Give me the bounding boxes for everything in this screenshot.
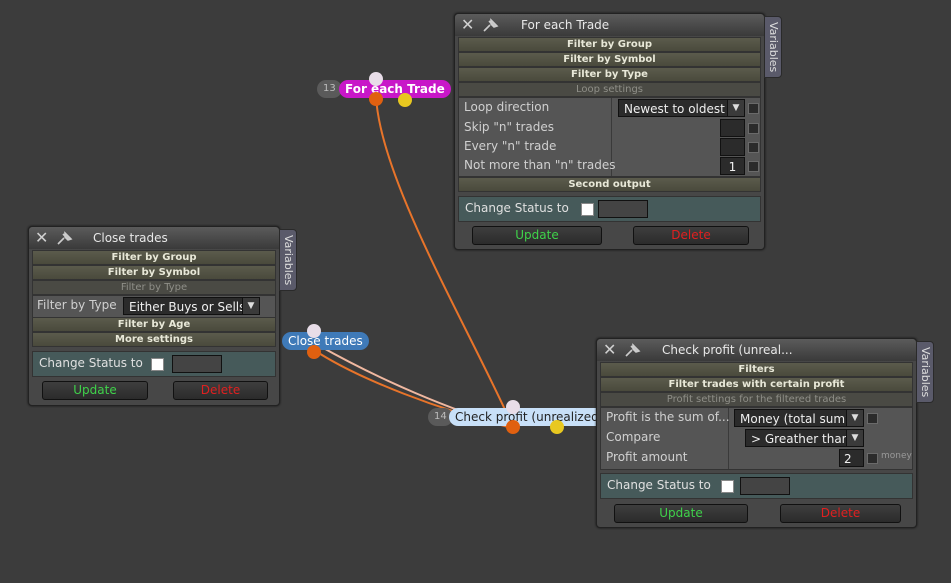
filter-by-group-bar[interactable]: Filter by Group	[32, 250, 276, 265]
not-more-than-label: Not more than "n" trades	[464, 158, 616, 172]
more-settings-bar[interactable]: More settings	[32, 332, 276, 347]
node-second-output-port[interactable]	[398, 93, 412, 107]
loop-direction-checkbox[interactable]	[748, 103, 759, 114]
profit-settings-header[interactable]: Profit settings for the filtered trades	[600, 392, 913, 407]
filter-by-type-bar[interactable]: Filter by Type	[458, 67, 761, 82]
filter-by-symbol-bar[interactable]: Filter by Symbol	[458, 52, 761, 67]
change-status-checkbox[interactable]	[151, 358, 164, 371]
filter-certain-profit-bar[interactable]: Filter trades with certain profit	[600, 377, 913, 392]
node-output-port[interactable]	[369, 92, 383, 106]
delete-button[interactable]: Delete	[780, 504, 901, 523]
profit-sum-label: Profit is the sum of...	[606, 410, 730, 424]
node-second-output-port[interactable]	[550, 420, 564, 434]
node-close-trades[interactable]: Close trades	[282, 332, 372, 350]
close-icon[interactable]: ✕	[603, 341, 616, 359]
panel-title: For each Trade	[521, 18, 610, 32]
profit-sum-checkbox[interactable]	[867, 413, 878, 424]
skip-n-trades-input[interactable]	[720, 119, 745, 137]
filter-by-type-select[interactable]: Either Buys or Sells ▼	[123, 297, 260, 315]
change-status-input[interactable]	[172, 355, 222, 373]
node-label[interactable]: Check profit (unrealized)	[449, 408, 610, 426]
node-input-port[interactable]	[506, 400, 520, 414]
node-output-port[interactable]	[506, 420, 520, 434]
profit-amount-input[interactable]: 2	[839, 449, 864, 467]
dropdown-arrow-icon: ▼	[242, 298, 259, 314]
change-status-label: Change Status to	[465, 201, 569, 215]
node-label[interactable]: For each Trade	[339, 80, 451, 98]
select-value: Either Buys or Sells	[129, 300, 246, 314]
change-status-input[interactable]	[598, 200, 648, 218]
panel-title-bar[interactable]: ✕ Close trades	[29, 227, 279, 249]
filter-by-type-section: Filter by Type Either Buys or Sells ▼	[32, 295, 276, 318]
change-status-checkbox[interactable]	[581, 203, 594, 216]
close-icon[interactable]: ✕	[35, 229, 48, 247]
filter-by-type-header[interactable]: Filter by Type	[32, 280, 276, 295]
delete-button[interactable]: Delete	[633, 226, 749, 245]
loop-settings-section: Loop direction Newest to oldest ▼ Skip "…	[458, 97, 761, 177]
change-status-input[interactable]	[740, 477, 790, 495]
every-n-trade-input[interactable]	[720, 138, 745, 156]
panel-close-trades: ✕ Close trades Variables Filter by Group…	[28, 226, 297, 406]
profit-sum-select[interactable]: Money (total sum) ▼	[734, 409, 864, 427]
loop-direction-select[interactable]: Newest to oldest ▼	[618, 99, 745, 117]
filter-by-type-label: Filter by Type	[37, 298, 117, 312]
close-icon[interactable]: ✕	[461, 16, 474, 34]
panel-title: Close trades	[93, 231, 168, 245]
profit-settings-section: Profit is the sum of... Money (total sum…	[600, 407, 913, 470]
change-status-row: Change Status to	[600, 473, 913, 499]
node-input-port[interactable]	[307, 324, 321, 338]
every-n-trade-label: Every "n" trade	[464, 139, 557, 153]
pin-icon[interactable]	[623, 342, 643, 358]
node-label[interactable]: Close trades	[282, 332, 369, 350]
dropdown-arrow-icon: ▼	[727, 100, 744, 116]
profit-amount-checkbox[interactable]	[867, 453, 878, 464]
change-status-label: Change Status to	[607, 478, 711, 492]
select-value: Money (total sum)	[740, 412, 850, 426]
compare-label: Compare	[606, 430, 661, 444]
update-button[interactable]: Update	[472, 226, 602, 245]
select-value: > Greather than	[751, 432, 850, 446]
select-value: Newest to oldest	[624, 102, 725, 116]
change-status-row: Change Status to	[32, 351, 276, 377]
panel-title-bar[interactable]: ✕ For each Trade	[455, 14, 764, 36]
loop-direction-label: Loop direction	[464, 100, 550, 114]
panel-check-profit: ✕ Check profit (unreal... Variables Filt…	[596, 338, 934, 528]
filters-bar[interactable]: Filters	[600, 362, 913, 377]
variables-tab[interactable]: Variables	[279, 229, 297, 291]
delete-button[interactable]: Delete	[173, 381, 268, 400]
update-button[interactable]: Update	[614, 504, 748, 523]
filter-by-symbol-bar[interactable]: Filter by Symbol	[32, 265, 276, 280]
node-output-port[interactable]	[307, 345, 321, 359]
loop-settings-header[interactable]: Loop settings	[458, 82, 761, 97]
panel-for-each-trade: ✕ For each Trade Variables Filter by Gro…	[454, 13, 782, 250]
dropdown-arrow-icon: ▼	[846, 430, 863, 446]
filter-by-group-bar[interactable]: Filter by Group	[458, 37, 761, 52]
panel-title-bar[interactable]: ✕ Check profit (unreal...	[597, 339, 916, 361]
filter-by-age-bar[interactable]: Filter by Age	[32, 317, 276, 332]
change-status-checkbox[interactable]	[721, 480, 734, 493]
compare-select[interactable]: > Greather than ▼	[745, 429, 864, 447]
node-input-port[interactable]	[369, 72, 383, 86]
dropdown-arrow-icon: ▼	[846, 410, 863, 426]
not-more-than-input[interactable]: 1	[720, 157, 745, 175]
change-status-row: Change Status to	[458, 196, 761, 222]
skip-n-trades-checkbox[interactable]	[748, 123, 759, 134]
not-more-than-checkbox[interactable]	[748, 161, 759, 172]
profit-amount-unit: money	[881, 451, 912, 461]
update-button[interactable]: Update	[42, 381, 148, 400]
every-n-trade-checkbox[interactable]	[748, 142, 759, 153]
change-status-label: Change Status to	[39, 356, 143, 370]
variables-tab[interactable]: Variables	[916, 341, 934, 403]
pin-icon[interactable]	[55, 230, 75, 246]
panel-title: Check profit (unreal...	[662, 343, 793, 357]
second-output-bar[interactable]: Second output	[458, 177, 761, 192]
skip-n-trades-label: Skip "n" trades	[464, 120, 555, 134]
profit-amount-label: Profit amount	[606, 450, 688, 464]
pin-icon[interactable]	[481, 17, 501, 33]
variables-tab[interactable]: Variables	[764, 16, 782, 78]
